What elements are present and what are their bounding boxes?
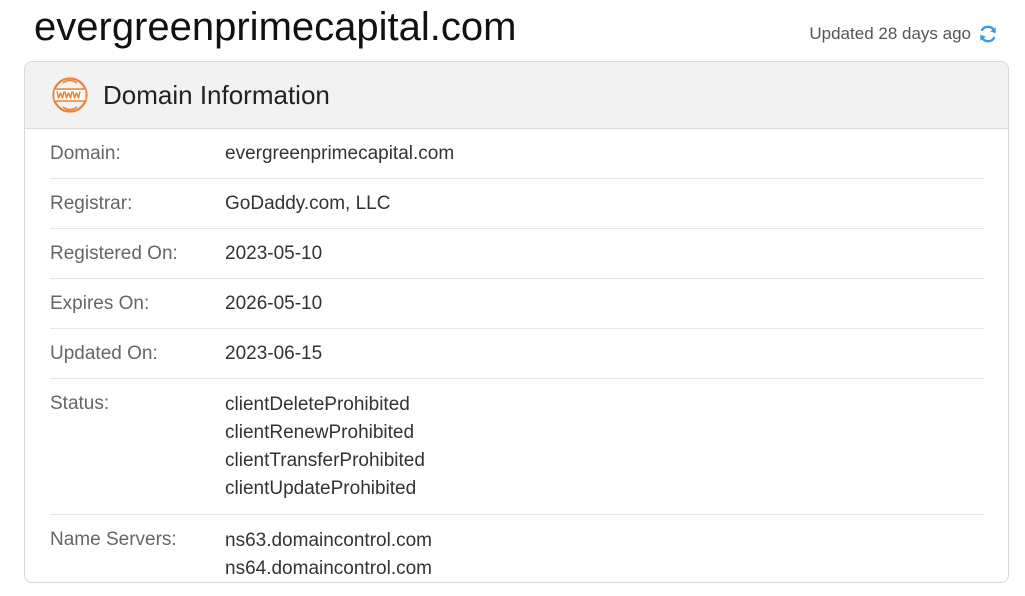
row-label: Name Servers: xyxy=(50,529,177,550)
www-icon xyxy=(52,77,88,113)
info-row-updated-on: Updated On: 2023-06-15 xyxy=(50,329,984,379)
status-value: clientRenewProhibited xyxy=(225,422,415,443)
info-rows: Domain: evergreenprimecapital.com Regist… xyxy=(25,129,1008,582)
row-value: 2023-06-15 xyxy=(225,341,322,367)
row-label: Status: xyxy=(50,393,110,414)
info-row-registrar: Registrar: GoDaddy.com, LLC xyxy=(50,179,984,229)
card-title: Domain Information xyxy=(103,79,330,110)
row-label: Domain: xyxy=(50,143,121,164)
row-label: Registered On: xyxy=(50,243,178,264)
row-value: 2026-05-10 xyxy=(225,291,322,317)
info-row-expires-on: Expires On: 2026-05-10 xyxy=(50,279,984,329)
row-value: evergreenprimecapital.com xyxy=(225,141,454,167)
domain-information-card: Domain Information Domain: evergreenprim… xyxy=(24,61,1009,583)
row-value: GoDaddy.com, LLC xyxy=(225,191,390,217)
registered-on-value: 2023-05-10 xyxy=(225,243,323,264)
row-label: Registrar: xyxy=(50,193,133,214)
row-value: 2023-05-10 xyxy=(225,241,322,267)
refresh-icon[interactable] xyxy=(977,23,999,45)
updated-on-value: 2023-06-15 xyxy=(225,343,323,364)
status-value: clientDeleteProhibited xyxy=(225,394,410,415)
info-row-status: Status: clientDeleteProhibited clientRen… xyxy=(50,379,984,515)
domain-heading: evergreenprimecapital.com xyxy=(34,5,517,49)
updated-text: Updated 28 days ago xyxy=(809,24,971,43)
row-value: clientDeleteProhibited clientRenewProhib… xyxy=(225,391,425,503)
updated-status: Updated 28 days ago xyxy=(809,22,999,46)
row-label: Updated On: xyxy=(50,343,158,364)
status-value: clientTransferProhibited xyxy=(225,450,425,471)
info-row-registered-on: Registered On: 2023-05-10 xyxy=(50,229,984,279)
domain-value: evergreenprimecapital.com xyxy=(225,143,455,164)
expires-on-value: 2026-05-10 xyxy=(225,293,323,314)
row-label: Expires On: xyxy=(50,293,150,314)
row-value: ns63.domaincontrol.com ns64.domaincontro… xyxy=(225,527,432,582)
card-header: Domain Information xyxy=(25,62,1008,129)
status-value: clientUpdateProhibited xyxy=(225,478,417,499)
top-bar: evergreenprimecapital.com Updated 28 day… xyxy=(0,0,1025,58)
name-server-value: ns63.domaincontrol.com xyxy=(225,530,432,551)
info-row-name-servers: Name Servers: ns63.domaincontrol.com ns6… xyxy=(50,515,984,582)
page: evergreenprimecapital.com Updated 28 day… xyxy=(0,0,1025,596)
info-row-domain: Domain: evergreenprimecapital.com xyxy=(50,129,984,179)
registrar-value: GoDaddy.com, LLC xyxy=(225,193,391,214)
name-server-value: ns64.domaincontrol.com xyxy=(225,558,432,579)
